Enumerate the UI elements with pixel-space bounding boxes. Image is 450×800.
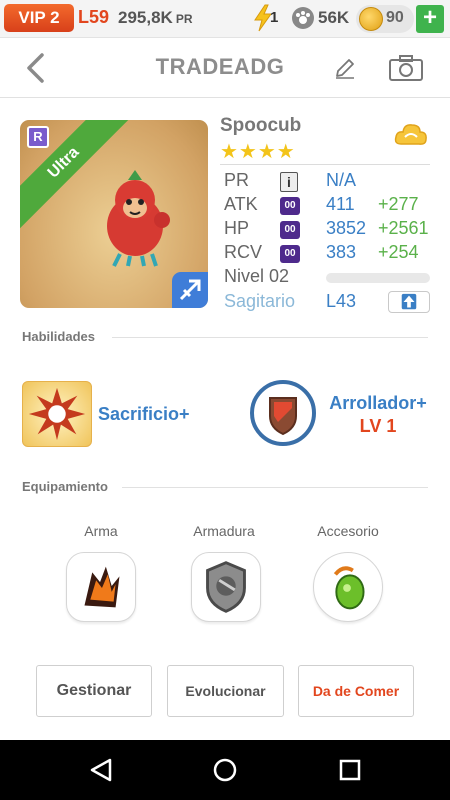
pet-card[interactable]: Ultra R bbox=[20, 120, 208, 308]
skill-2-level: LV 1 bbox=[359, 416, 397, 436]
claw-weapon-icon bbox=[84, 566, 120, 608]
nav-recent-apps-icon[interactable] bbox=[338, 758, 362, 782]
stat-row-hp: HP 00 3852 +2561 bbox=[224, 218, 434, 242]
pet-level-text: Nivel 02 bbox=[224, 266, 290, 286]
stat-bonus: +2561 bbox=[378, 218, 429, 238]
paw-count: 56K bbox=[318, 8, 350, 27]
rarity-badge: R bbox=[27, 126, 49, 148]
skill-2-button[interactable] bbox=[250, 380, 316, 446]
armor-icon bbox=[206, 561, 246, 613]
equip-slot-accessory[interactable] bbox=[313, 552, 383, 622]
skill-1-button[interactable] bbox=[22, 381, 92, 447]
player-power-unit: PR bbox=[175, 12, 193, 26]
skills-section-label: Habilidades bbox=[22, 329, 95, 344]
green-gem-icon bbox=[333, 566, 365, 610]
info-icon[interactable]: i bbox=[280, 172, 298, 192]
energy-count: 1 bbox=[270, 9, 279, 26]
camera-icon[interactable] bbox=[388, 54, 424, 82]
zodiac-name: Sagitario bbox=[224, 291, 296, 311]
vip-badge[interactable]: VIP 2 bbox=[4, 4, 74, 32]
stats-divider bbox=[220, 164, 430, 165]
stat-level-badge: 00 bbox=[280, 221, 300, 239]
coin-icon bbox=[359, 7, 383, 31]
star-rating: ★★★★ bbox=[220, 141, 296, 163]
equip-slot-armor[interactable] bbox=[191, 552, 261, 622]
stat-bonus: +254 bbox=[378, 242, 419, 262]
shield-icon bbox=[269, 397, 297, 436]
player-power: 295,8K PR bbox=[118, 8, 193, 28]
skills-divider bbox=[112, 337, 428, 338]
player-power-value: 295,8K bbox=[118, 8, 173, 27]
stat-value: N/A bbox=[326, 170, 357, 190]
stat-label: PR bbox=[224, 170, 250, 190]
equip-label-accessory: Accesorio bbox=[317, 523, 379, 539]
stat-value: 383 bbox=[326, 242, 357, 262]
paw-icon bbox=[292, 7, 314, 29]
back-icon[interactable] bbox=[22, 52, 50, 84]
stat-row-pr: PR i N/A bbox=[224, 170, 434, 194]
stat-level-badge: 00 bbox=[280, 197, 300, 215]
level-progress-bar bbox=[326, 273, 430, 283]
upgrade-button[interactable] bbox=[388, 291, 430, 313]
equip-slot-weapon[interactable] bbox=[66, 552, 136, 622]
arrow-up-icon bbox=[401, 293, 417, 310]
stat-row-atk: ATK 00 411 +277 bbox=[224, 194, 434, 218]
skill-2-name: Arrollador+ bbox=[329, 393, 427, 413]
header: TRADEADG bbox=[0, 38, 450, 98]
edit-icon[interactable] bbox=[333, 56, 357, 80]
sagittarius-icon bbox=[172, 272, 208, 308]
stat-row-rcv: RCV 00 383 +254 bbox=[224, 242, 434, 266]
manage-button[interactable]: Gestionar bbox=[36, 665, 152, 717]
equipment-divider bbox=[122, 487, 428, 488]
navigation-bar bbox=[0, 740, 450, 800]
stat-label: RCV bbox=[224, 242, 263, 262]
add-coins-button[interactable]: + bbox=[416, 5, 444, 33]
feed-button[interactable]: Da de Comer bbox=[298, 665, 414, 717]
cloud-icon[interactable] bbox=[393, 120, 429, 152]
explosion-icon bbox=[28, 387, 86, 441]
equipment-section-label: Equipamiento bbox=[22, 479, 108, 494]
nav-back-icon[interactable] bbox=[88, 757, 114, 783]
evolve-button[interactable]: Evolucionar bbox=[167, 665, 284, 717]
page-title: TRADEADG bbox=[155, 54, 285, 79]
creature-portrait-icon bbox=[107, 170, 170, 267]
zodiac-level: L43 bbox=[326, 291, 357, 311]
stat-value: 411 bbox=[326, 194, 355, 214]
player-level: L59 bbox=[78, 7, 110, 27]
coin-count: 90 bbox=[386, 9, 404, 26]
stat-label: ATK bbox=[224, 194, 258, 214]
nav-home-icon[interactable] bbox=[212, 757, 238, 783]
status-bar: VIP 2 L59 295,8K PR 1 56K 90 + bbox=[0, 0, 450, 38]
stat-label: HP bbox=[224, 218, 250, 238]
pet-name: Spoocub bbox=[220, 115, 302, 136]
skill-1-name: Sacrificio+ bbox=[98, 404, 190, 424]
stat-level-badge: 00 bbox=[280, 245, 300, 263]
equip-label-weapon: Arma bbox=[84, 523, 118, 539]
stat-value: 3852 bbox=[326, 218, 367, 238]
stat-bonus: +277 bbox=[378, 194, 419, 214]
equip-label-armor: Armadura bbox=[193, 523, 255, 539]
